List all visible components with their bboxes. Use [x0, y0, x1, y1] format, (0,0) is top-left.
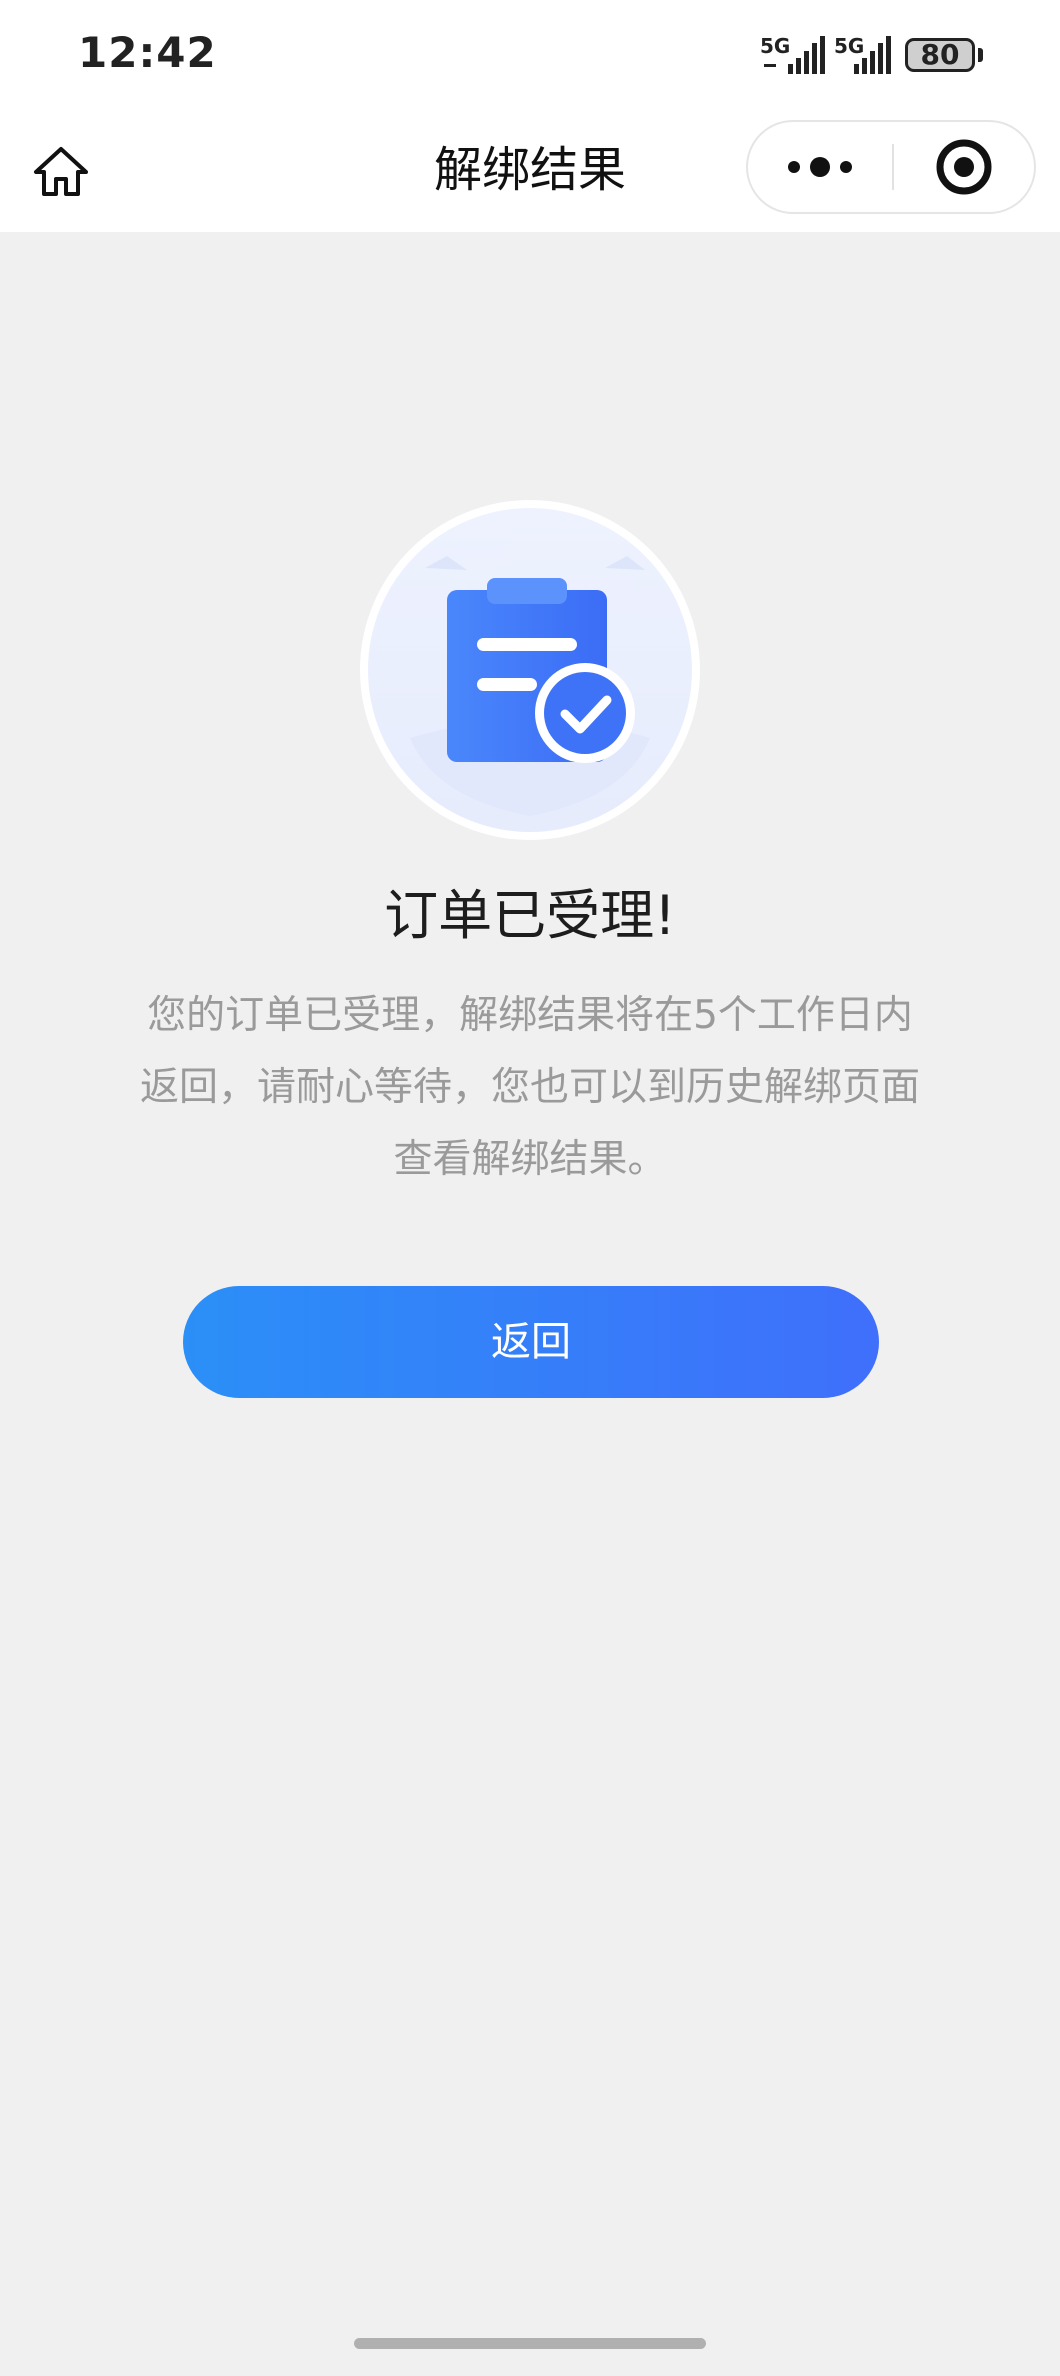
mini-program-capsule	[746, 120, 1036, 214]
clipboard-check-icon	[355, 498, 705, 843]
page-title: 解绑结果	[433, 142, 626, 198]
signal-5g-icon-2: 5G	[834, 34, 900, 78]
home-indicator-bar[interactable]	[354, 2338, 706, 2349]
home-button[interactable]	[28, 138, 94, 204]
battery-level: 80	[920, 38, 960, 71]
more-dots-icon	[788, 157, 852, 177]
more-button[interactable]	[748, 122, 892, 212]
home-icon	[34, 147, 88, 196]
close-button[interactable]	[894, 122, 1034, 212]
status-bar: 12:42 5G 5G 80	[0, 0, 1060, 110]
result-description: 您的订单已受理，解绑结果将在5个工作日内返回，请耐心等待，您也可以到历史解绑页面…	[139, 993, 920, 1182]
battery-cap	[978, 48, 983, 62]
back-button[interactable]: 返回	[183, 1286, 879, 1398]
status-time: 12:42	[78, 28, 217, 77]
nav-bar: 解绑结果	[0, 110, 1060, 232]
signal-5g-icon: 5G	[760, 34, 826, 78]
result-title: 订单已受理!	[384, 884, 676, 947]
target-close-icon	[936, 139, 992, 195]
